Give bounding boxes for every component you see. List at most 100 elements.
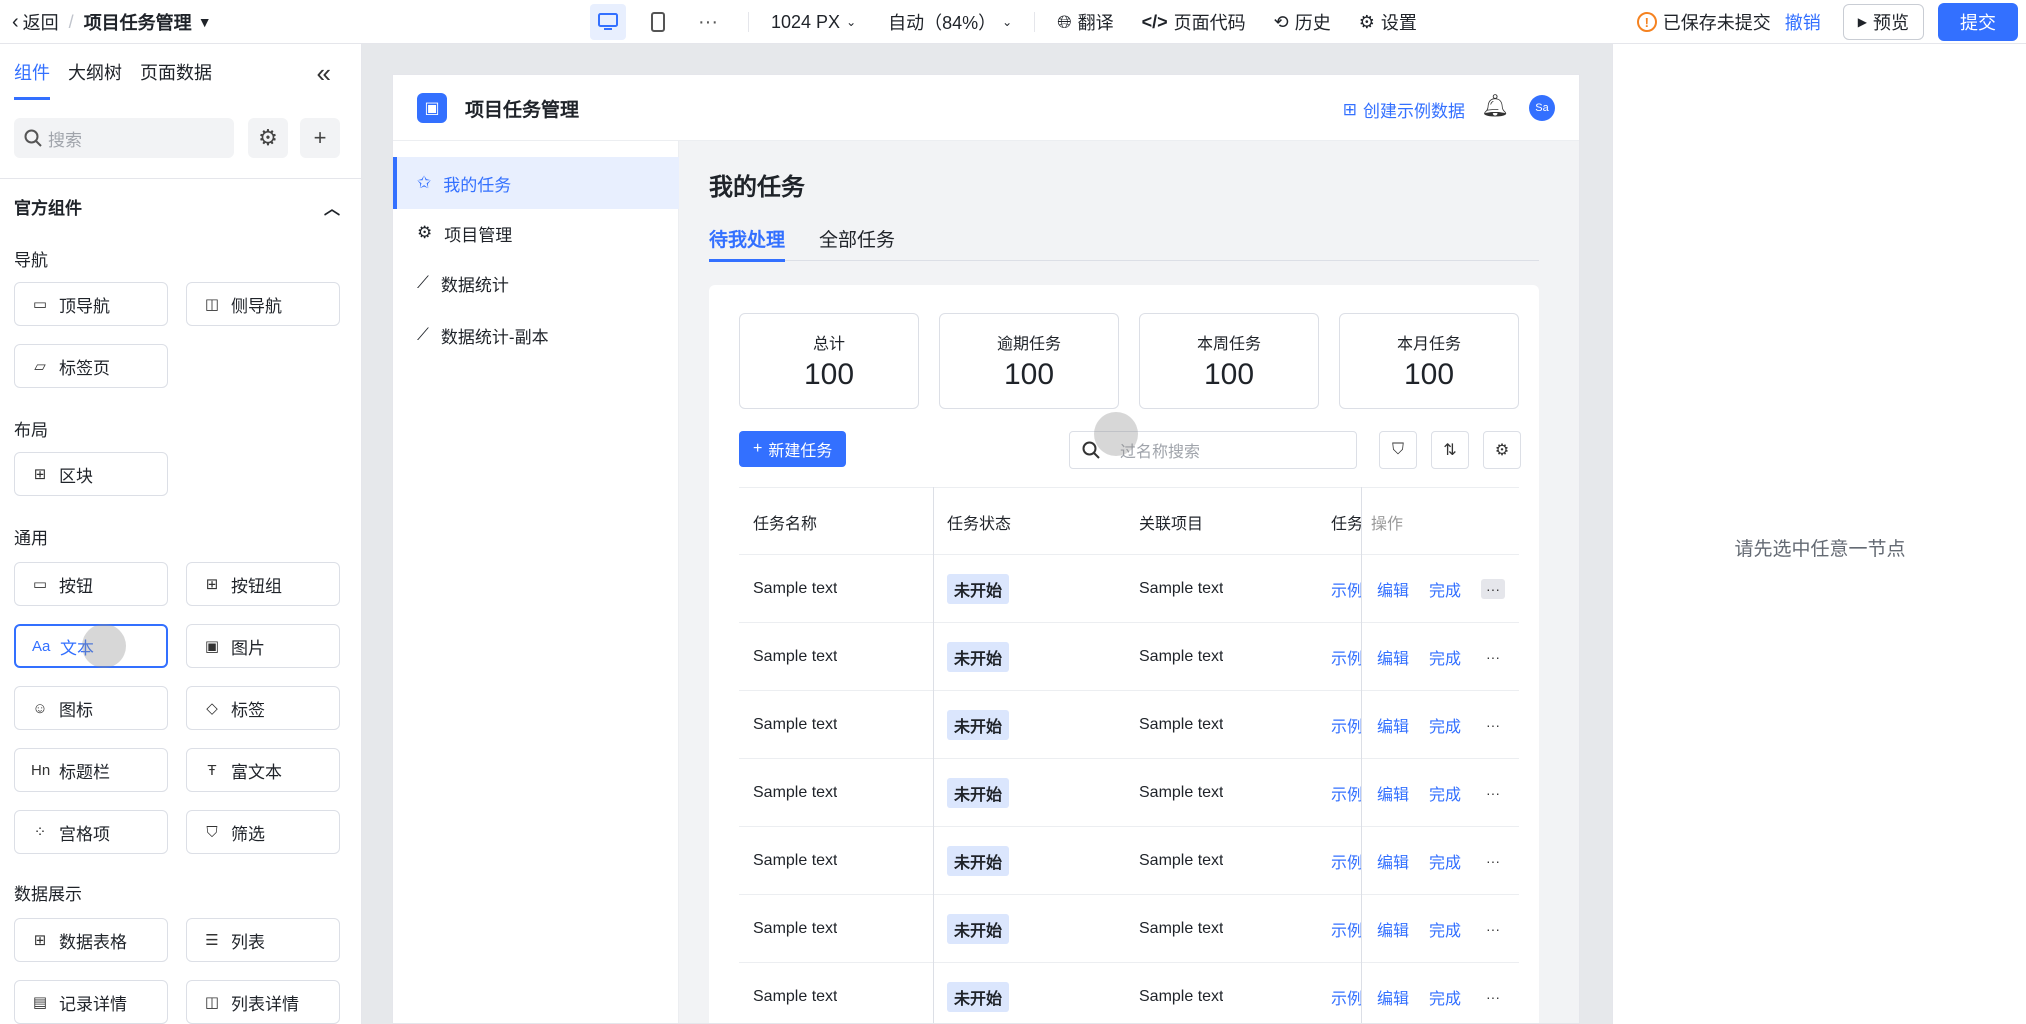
table-row[interactable]: Sample text 未开始 Sample text 示例 编辑 完成 ··· (739, 555, 1519, 623)
component-side-nav[interactable]: ◫ 侧导航 (186, 282, 340, 326)
component-block[interactable]: ⊞ 区块 (14, 452, 168, 496)
tab-components[interactable]: 组件 (14, 44, 50, 100)
mobile-view-button[interactable] (640, 4, 676, 40)
component-button[interactable]: ▭ 按钮 (14, 562, 168, 606)
cell-task-extra[interactable]: 示例 (1331, 555, 1361, 623)
table-row[interactable]: Sample text 未开始 Sample text 示例 编辑 完成 ··· (739, 623, 1519, 691)
edit-link[interactable]: 编辑 (1377, 623, 1409, 691)
component-record-detail[interactable]: ▤ 记录详情 (14, 980, 168, 1024)
nav-item-projects[interactable]: ⚙ 项目管理 (393, 207, 679, 259)
table-row[interactable]: Sample text 未开始 Sample text 示例 编辑 完成 ··· (739, 691, 1519, 759)
component-top-nav[interactable]: ▭ 顶导航 (14, 282, 168, 326)
gear-icon: ⚙ (1494, 442, 1510, 459)
table-row[interactable]: Sample text 未开始 Sample text 示例 编辑 完成 ··· (739, 963, 1519, 1023)
complete-link[interactable]: 完成 (1429, 691, 1461, 759)
component-grid-item[interactable]: ⁘ 宫格项 (14, 810, 168, 854)
complete-link[interactable]: 完成 (1429, 759, 1461, 827)
component-list[interactable]: ☰ 列表 (186, 918, 340, 962)
history-button[interactable]: ⟲ 历史 (1274, 9, 1331, 35)
cell-task-extra[interactable]: 示例 (1331, 895, 1361, 963)
table-row[interactable]: Sample text 未开始 Sample text 示例 编辑 完成 ··· (739, 895, 1519, 963)
complete-link[interactable]: 完成 (1429, 623, 1461, 691)
settings-button[interactable]: ⚙ 设置 (1359, 9, 1417, 35)
component-button-group[interactable]: ⊞ 按钮组 (186, 562, 340, 606)
tab-outline-tree[interactable]: 大纲树 (68, 44, 122, 100)
design-canvas[interactable]: ▣ 项目任务管理 ⊞ 创建示例数据 🔔︎ Sa ✩ 我的任务 ⚙ 项目管理 ⟋ … (362, 44, 1944, 1024)
edit-link[interactable]: 编辑 (1377, 555, 1409, 623)
component-tabs[interactable]: ▱ 标签页 (14, 344, 168, 388)
component-filter[interactable]: ⛉ 筛选 (186, 810, 340, 854)
component-label: 按钮 (59, 576, 93, 596)
component-title-bar[interactable]: Hn 标题栏 (14, 748, 168, 792)
desktop-view-button[interactable] (590, 4, 626, 40)
top-toolbar: ‹ 返回 / 项目任务管理 ▼ ··· 1024 PX ⌄ 自动（84%） ⌄ … (0, 0, 2026, 44)
cell-project: Sample text (1139, 852, 1224, 869)
complete-link[interactable]: 完成 (1429, 895, 1461, 963)
bell-icon[interactable]: 🔔︎ (1481, 93, 1509, 119)
submit-button[interactable]: 提交 (1938, 3, 2018, 41)
app-title-dropdown[interactable]: 项目任务管理 ▼ (84, 9, 212, 35)
component-rich-text[interactable]: Ŧ 富文本 (186, 748, 340, 792)
zoom-select[interactable]: 自动（84%） ⌄ (888, 9, 1012, 35)
component-search-input[interactable]: 搜索 (14, 118, 234, 158)
complete-link[interactable]: 完成 (1429, 555, 1461, 623)
cell-task-extra[interactable]: 示例 (1331, 691, 1361, 759)
row-more-button[interactable]: ··· (1481, 827, 1505, 895)
component-data-table[interactable]: ⊞ 数据表格 (14, 918, 168, 962)
filter-button[interactable]: ⛉ (1379, 431, 1417, 469)
create-sample-data-button[interactable]: ⊞ 创建示例数据 (1343, 97, 1465, 122)
new-task-button[interactable]: + 新建任务 (739, 431, 847, 467)
component-settings-button[interactable]: ⚙ (248, 118, 288, 158)
edit-link[interactable]: 编辑 (1377, 827, 1409, 895)
row-more-button[interactable]: ··· (1481, 691, 1505, 759)
edit-link[interactable]: 编辑 (1377, 759, 1409, 827)
sort-button[interactable]: ⇅ (1431, 431, 1469, 469)
nav-item-statistics-copy[interactable]: ⟋ 数据统计-副本 (393, 309, 679, 361)
component-image[interactable]: ▣ 图片 (186, 624, 340, 668)
row-more-button[interactable]: ··· (1481, 759, 1505, 827)
collapse-panel-icon[interactable]: « (317, 58, 331, 89)
task-tabs: 待我处理 全部任务 (709, 215, 1539, 262)
tab-page-data[interactable]: 页面数据 (140, 44, 212, 100)
nav-item-statistics[interactable]: ⟋ 数据统计 (393, 257, 679, 309)
more-icon[interactable]: ··· (690, 4, 726, 40)
row-more-button[interactable]: ··· (1481, 963, 1505, 1023)
official-components-header[interactable]: 官方组件 ︿ (14, 194, 340, 219)
component-label: 数据表格 (59, 932, 127, 952)
table-row[interactable]: Sample text 未开始 Sample text 示例 编辑 完成 ··· (739, 759, 1519, 827)
cell-task-extra[interactable]: 示例 (1331, 963, 1361, 1023)
table-settings-button[interactable]: ⚙ (1483, 431, 1521, 469)
cell-task-extra[interactable]: 示例 (1331, 759, 1361, 827)
add-component-button[interactable]: + (300, 118, 340, 158)
cell-task-extra[interactable]: 示例 (1331, 827, 1361, 895)
row-more-button[interactable]: ··· (1481, 895, 1505, 963)
undo-button[interactable]: 撤销 (1785, 9, 1821, 35)
cell-task-name: Sample text (753, 988, 838, 1005)
back-button[interactable]: ‹ 返回 (12, 9, 59, 35)
avatar[interactable]: Sa (1529, 95, 1555, 121)
component-icon[interactable]: ☺ 图标 (14, 686, 168, 730)
table-header: 任务名称 任务状态 关联项目 任务 操作 (739, 487, 1519, 555)
tab-all-tasks[interactable]: 全部任务 (819, 215, 895, 261)
nav-item-my-tasks[interactable]: ✩ 我的任务 (393, 157, 679, 209)
width-select[interactable]: 1024 PX ⌄ (771, 12, 856, 33)
complete-link[interactable]: 完成 (1429, 827, 1461, 895)
row-more-button[interactable]: ··· (1481, 623, 1505, 691)
cell-project: Sample text (1139, 648, 1224, 665)
stat-value: 100 (1203, 358, 1255, 391)
cell-task-extra[interactable]: 示例 (1331, 623, 1361, 691)
table-row[interactable]: Sample text 未开始 Sample text 示例 编辑 完成 ··· (739, 827, 1519, 895)
preview-button[interactable]: ▶ 预览 (1842, 4, 1924, 40)
component-tag[interactable]: ◇ 标签 (186, 686, 340, 730)
component-list-detail[interactable]: ◫ 列表详情 (186, 980, 340, 1024)
complete-link[interactable]: 完成 (1429, 963, 1461, 1023)
edit-link[interactable]: 编辑 (1377, 963, 1409, 1023)
translate-button[interactable]: 🌐︎ 翻译 (1057, 9, 1113, 35)
edit-link[interactable]: 编辑 (1377, 691, 1409, 759)
tab-pending[interactable]: 待我处理 (709, 215, 786, 262)
row-more-button[interactable]: ··· (1481, 555, 1505, 623)
page-code-button[interactable]: </> 页面代码 (1142, 9, 1246, 35)
plus-icon: + (313, 125, 327, 150)
edit-link[interactable]: 编辑 (1377, 895, 1409, 963)
component-label: 标题栏 (59, 762, 110, 782)
